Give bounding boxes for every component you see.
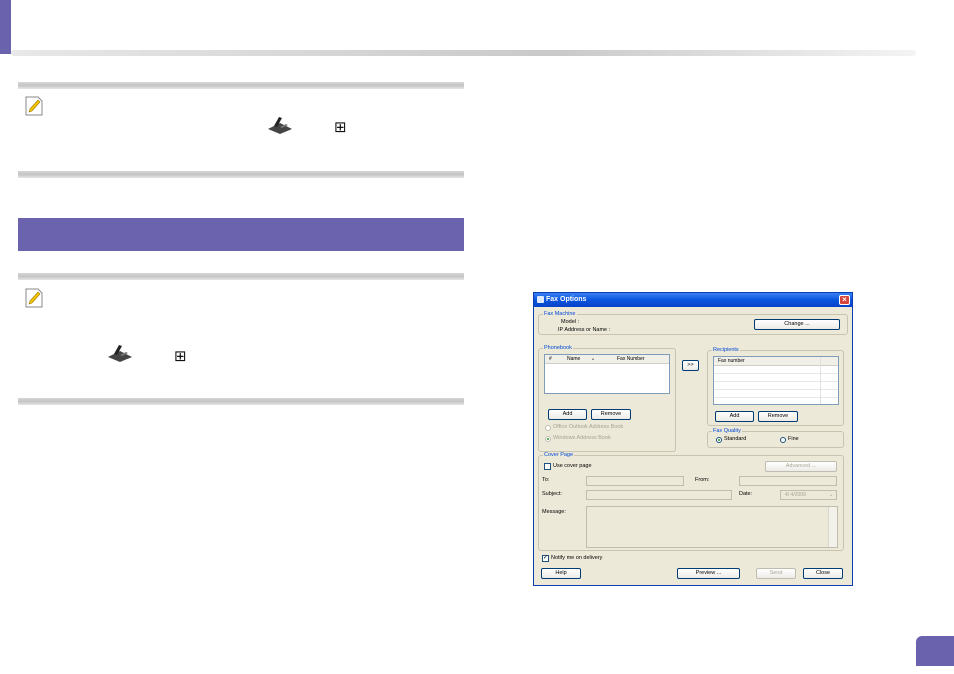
message-field[interactable] xyxy=(586,506,838,548)
close-icon[interactable]: × xyxy=(839,295,850,305)
fax-machine-group: Fax Machine Model : IP Address or Name :… xyxy=(538,311,848,335)
phonebook-group: Phonebook # Name ▲ Fax Number Add Remove… xyxy=(538,345,676,452)
chapter-tab xyxy=(0,0,11,54)
windows-radio[interactable] xyxy=(545,436,551,442)
group-label: Recipients xyxy=(712,347,740,354)
outlook-radio[interactable] xyxy=(545,425,551,431)
message-label: Message: xyxy=(542,509,566,515)
phonebook-list[interactable]: # Name ▲ Fax Number xyxy=(544,354,670,394)
recipients-list[interactable]: Fax number xyxy=(713,356,839,405)
chevron-down-icon[interactable]: ⌄ xyxy=(829,492,833,499)
use-cover-page-checkbox[interactable] xyxy=(544,463,551,470)
cover-page-group: Cover Page Use cover page Advanced ... T… xyxy=(538,452,844,551)
fax-machine-icon xyxy=(268,117,292,134)
from-field[interactable] xyxy=(739,476,837,486)
notify-label: Notify me on delivery xyxy=(551,555,603,561)
cover-page-icon: ⊞ xyxy=(334,118,347,136)
col-name[interactable]: Name xyxy=(567,355,580,363)
note-box-2: ⊞ xyxy=(18,273,464,405)
fine-radio[interactable] xyxy=(780,437,786,443)
windows-label: Windows Address Book xyxy=(553,435,611,441)
subject-label: Subject: xyxy=(542,491,562,497)
recipients-add-button[interactable]: Add xyxy=(715,411,754,422)
date-label: Date: xyxy=(739,491,753,497)
standard-radio[interactable] xyxy=(716,437,722,443)
move-to-recipients-button[interactable]: >> xyxy=(682,360,699,371)
note-pencil-icon xyxy=(25,288,43,308)
notify-checkbox[interactable]: ✓ xyxy=(542,555,549,562)
fax-quality-group: Fax Quality Standard Fine xyxy=(707,428,844,448)
cover-page-icon: ⊞ xyxy=(174,347,187,365)
note-box-1: ⊞ xyxy=(18,82,464,178)
section-heading-bar xyxy=(18,218,464,251)
advanced-button[interactable]: Advanced ... xyxy=(765,461,837,472)
from-label: From: xyxy=(695,477,710,483)
preview-button[interactable]: Preview ... xyxy=(677,568,740,579)
ip-label: IP Address or Name : xyxy=(558,327,611,333)
fax-options-dialog: Fax Options × Fax Machine Model : IP Add… xyxy=(533,292,853,586)
model-label: Model : xyxy=(561,319,580,325)
to-field[interactable] xyxy=(586,476,684,486)
date-value: 4/ 4/2009 xyxy=(785,492,806,498)
page-number-badge xyxy=(916,636,954,666)
app-icon xyxy=(537,296,544,303)
col-number[interactable]: # xyxy=(549,355,552,363)
phonebook-remove-button[interactable]: Remove xyxy=(591,409,631,420)
help-button[interactable]: Help xyxy=(541,568,581,579)
outlook-label: Office Outlook Address Book xyxy=(553,424,624,430)
fax-machine-icon xyxy=(108,345,132,362)
message-scrollbar[interactable] xyxy=(828,507,837,547)
dialog-titlebar: Fax Options × xyxy=(534,293,852,307)
recipients-remove-button[interactable]: Remove xyxy=(758,411,798,422)
fine-label: Fine xyxy=(788,436,799,442)
dialog-title: Fax Options xyxy=(546,296,587,303)
phonebook-add-button[interactable]: Add xyxy=(548,409,587,420)
col-fax-number[interactable]: Fax Number xyxy=(617,355,645,363)
group-label: Phonebook xyxy=(543,345,573,352)
to-label: To: xyxy=(542,477,550,483)
note-pencil-icon xyxy=(25,96,43,116)
group-label: Fax Machine xyxy=(543,311,577,318)
subject-field[interactable] xyxy=(586,490,732,500)
send-button[interactable]: Send xyxy=(756,568,796,579)
sort-arrow-icon: ▲ xyxy=(591,356,595,361)
col-fax-number[interactable]: Fax number xyxy=(718,357,745,365)
group-label: Fax Quality xyxy=(712,428,742,435)
date-picker[interactable]: 4/ 4/2009 ⌄ xyxy=(780,490,837,500)
header-rule xyxy=(11,50,916,56)
recipients-group: Recipients Fax number Add Remove xyxy=(707,347,844,426)
group-label: Cover Page xyxy=(543,452,575,459)
use-cover-page-label: Use cover page xyxy=(553,463,592,469)
close-button[interactable]: Close xyxy=(803,568,843,579)
change-button[interactable]: Change ... xyxy=(754,319,840,330)
standard-label: Standard xyxy=(724,436,747,442)
phonebook-header: # Name ▲ Fax Number xyxy=(545,355,669,364)
